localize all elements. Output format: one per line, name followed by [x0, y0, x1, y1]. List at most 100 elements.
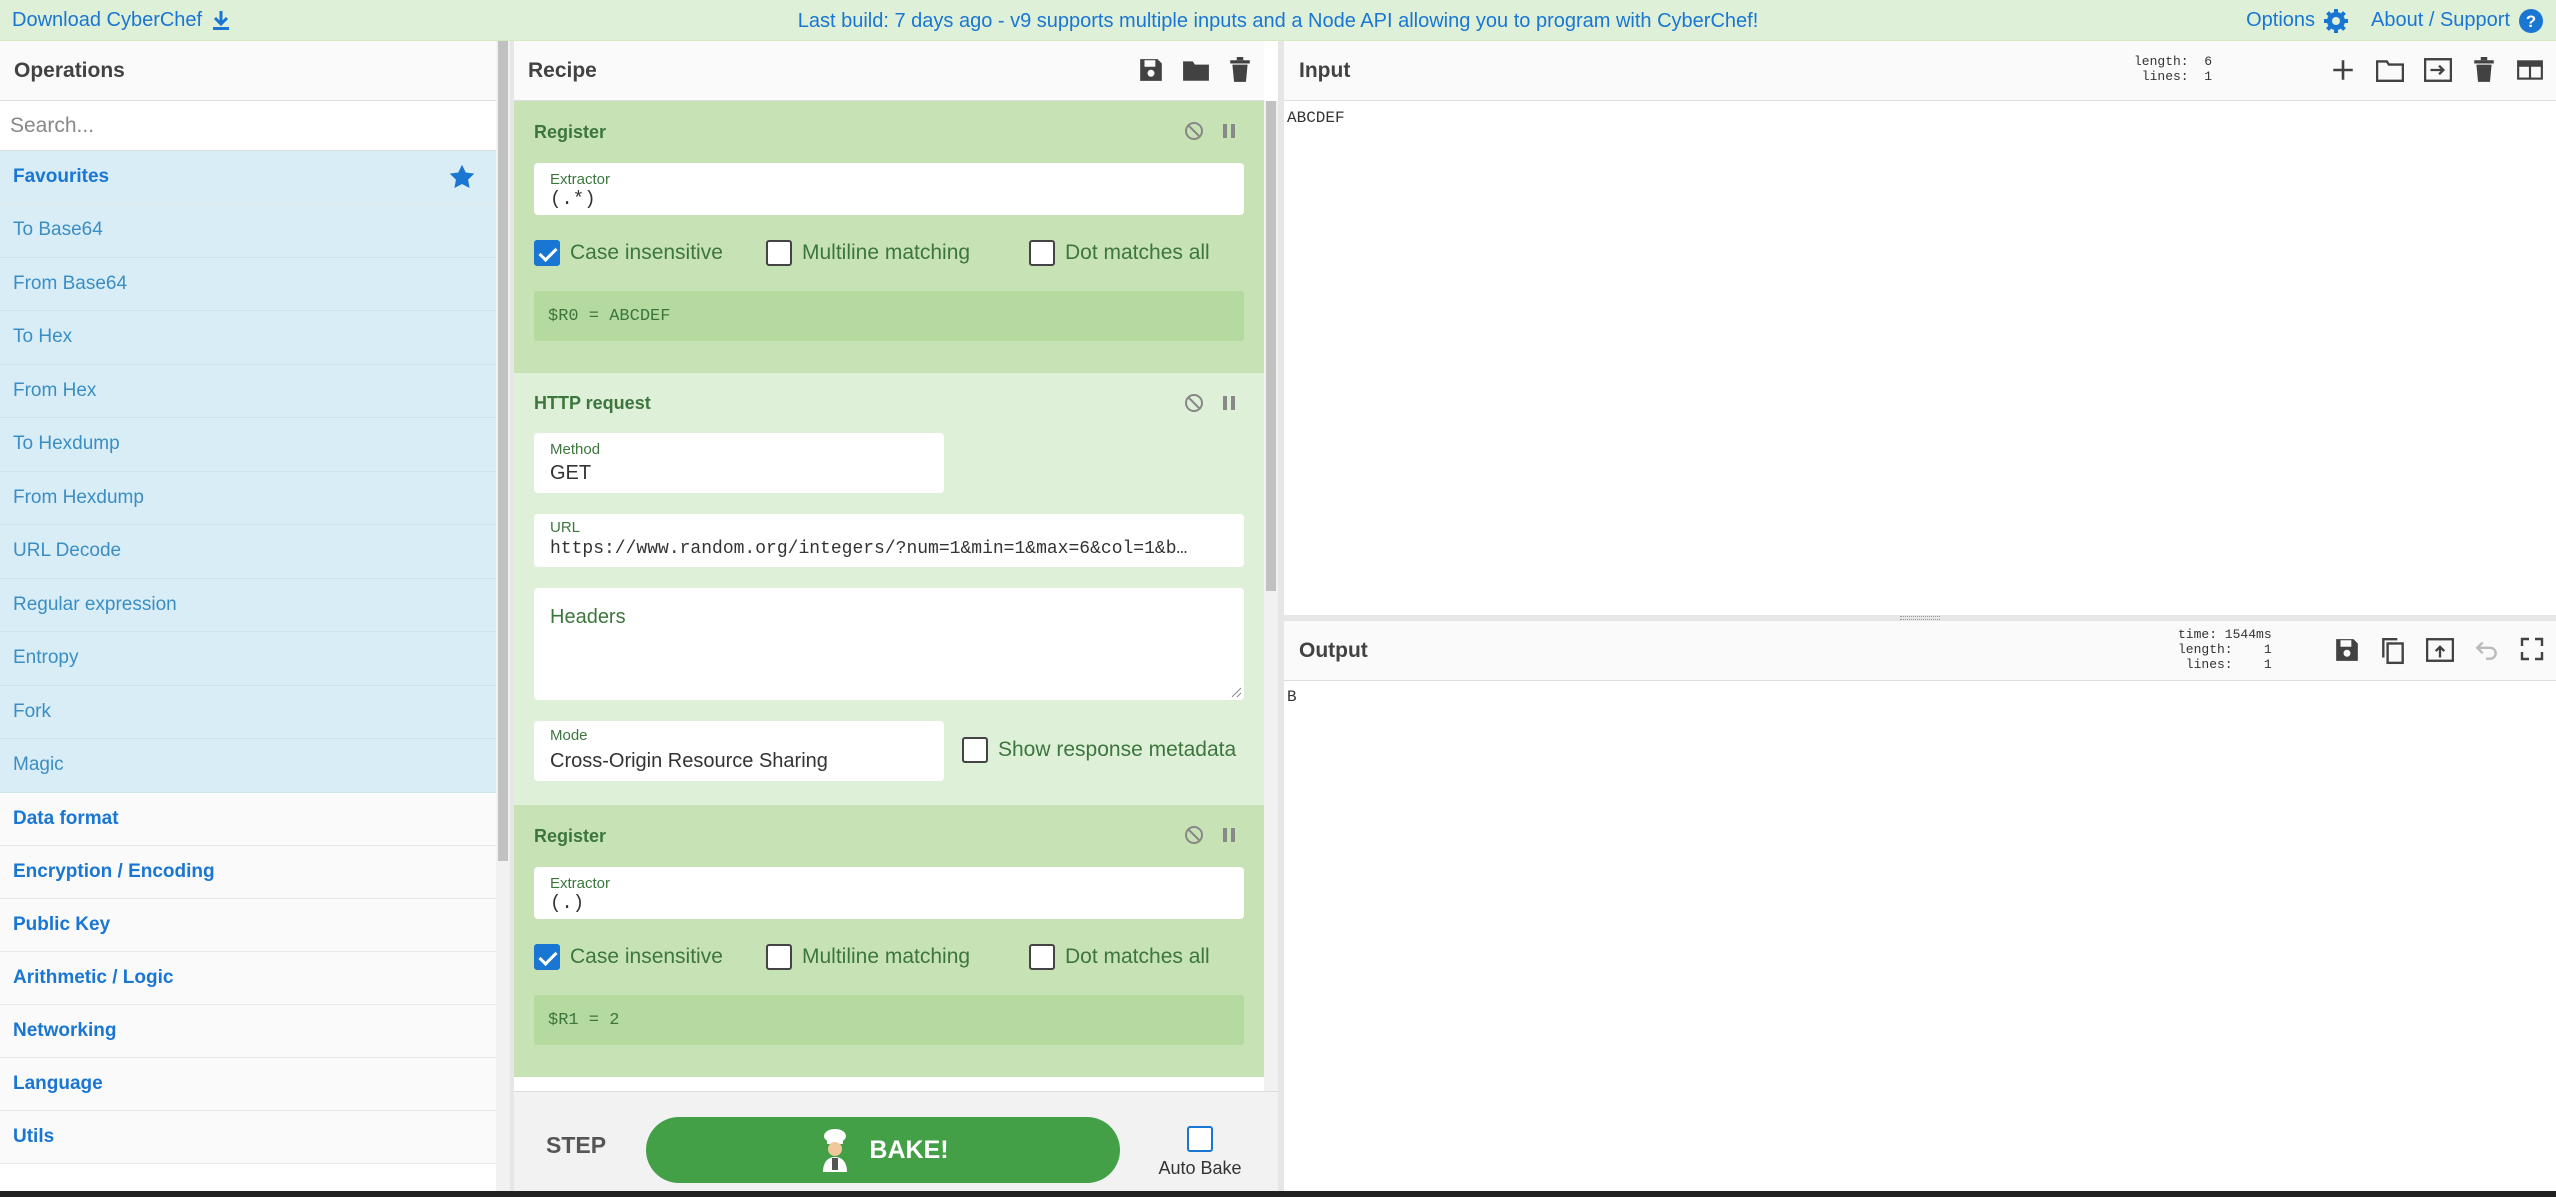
extractor-label: Extractor — [550, 875, 611, 892]
splitter-grip[interactable] — [1900, 616, 1940, 620]
output-panel: Output time: 1544ms length: 1 lines: 1 B — [1284, 621, 2556, 1191]
operation-item[interactable]: From Base64 — [0, 257, 496, 311]
extractor-label: Extractor — [550, 171, 611, 188]
step-button[interactable]: STEP — [546, 1132, 606, 1159]
undo-icon[interactable] — [2474, 637, 2500, 665]
folder-icon[interactable] — [1182, 57, 1210, 83]
category-list: Data format Encryption / Encoding Public K… — [0, 792, 496, 1164]
download-link[interactable]: Download CyberChef — [12, 0, 230, 41]
input-from-file-icon[interactable] — [2424, 57, 2452, 83]
checkbox-unchecked[interactable] — [766, 240, 792, 266]
case-insensitive-checkbox[interactable]: Case insensitive — [534, 944, 723, 970]
multiline-checkbox[interactable]: Multiline matching — [766, 944, 970, 970]
recipe-scrollbar[interactable] — [1264, 101, 1278, 1091]
category-item[interactable]: Language — [0, 1057, 496, 1111]
case-insensitive-checkbox[interactable]: Case insensitive — [534, 240, 723, 266]
build-message: Last build: 7 days ago - v9 supports mul… — [797, 10, 1759, 32]
operations-panel: Operations Search... Favourites To Base6… — [0, 41, 496, 1191]
show-metadata-checkbox[interactable]: Show response metadata — [962, 737, 1236, 763]
output-title: Output — [1299, 639, 1368, 662]
bake-button[interactable]: BAKE! — [646, 1117, 1120, 1183]
input-stats: length: 6 lines: 1 — [2134, 54, 2213, 84]
category-item[interactable]: Arithmetic / Logic — [0, 951, 496, 1005]
extractor-field[interactable]: Extractor (.) — [534, 867, 1244, 919]
search-input[interactable]: Search... — [0, 101, 496, 151]
checkbox-unchecked[interactable] — [1029, 944, 1055, 970]
checkbox-label: Multiline matching — [802, 241, 971, 264]
checkbox-unchecked[interactable] — [962, 737, 988, 763]
recipe-scroll-thumb[interactable] — [1266, 101, 1276, 591]
extractor-field[interactable]: Extractor (.*) — [534, 163, 1244, 215]
headers-placeholder: Headers — [550, 606, 626, 628]
operation-item[interactable]: Magic — [0, 739, 496, 793]
recipe-op-register-2[interactable]: Register Extractor (.) Case insensitive … — [514, 805, 1264, 1077]
pause-icon[interactable] — [1222, 123, 1236, 139]
multiline-checkbox[interactable]: Multiline matching — [766, 240, 970, 266]
checkbox-label: Multiline matching — [802, 945, 971, 968]
method-field[interactable]: Method GET — [534, 433, 944, 493]
operation-item[interactable]: Entropy — [0, 632, 496, 686]
auto-bake-checkbox[interactable]: Auto Bake — [1150, 1126, 1250, 1179]
operation-item[interactable]: URL Decode — [0, 525, 496, 579]
url-field[interactable]: URL https://www.random.org/integers/?num… — [534, 514, 1244, 567]
dotall-checkbox[interactable]: Dot matches all — [1029, 944, 1210, 970]
window-bottom-edge — [0, 1191, 2556, 1197]
operation-item[interactable]: To Base64 — [0, 204, 496, 258]
dotall-checkbox[interactable]: Dot matches all — [1029, 240, 1210, 266]
operation-item[interactable]: Regular expression — [0, 578, 496, 632]
pause-icon[interactable] — [1222, 827, 1236, 843]
pause-icon[interactable] — [1222, 395, 1236, 411]
save-output-icon[interactable] — [2334, 637, 2360, 665]
operation-item[interactable]: From Hex — [0, 364, 496, 418]
gear-icon — [2323, 8, 2349, 34]
disable-icon[interactable] — [1184, 121, 1204, 141]
category-item[interactable]: Public Key — [0, 898, 496, 952]
add-icon[interactable] — [2330, 57, 2356, 83]
star-icon[interactable] — [448, 163, 476, 191]
checkbox-unchecked[interactable] — [1187, 1126, 1213, 1152]
checkbox-unchecked[interactable] — [1029, 240, 1055, 266]
register-output: $R1 = 2 — [534, 995, 1244, 1045]
checkbox-unchecked[interactable] — [766, 944, 792, 970]
download-icon — [212, 10, 230, 31]
category-item[interactable]: Encryption / Encoding — [0, 845, 496, 899]
operation-item[interactable]: To Hexdump — [0, 418, 496, 472]
category-item[interactable]: Data format — [0, 792, 496, 846]
maximise-icon[interactable] — [2520, 637, 2544, 665]
recipe-op-http-request[interactable]: HTTP request Method GET URL https://www.… — [514, 373, 1264, 805]
category-item[interactable]: Utils — [0, 1110, 496, 1164]
operation-item[interactable]: From Hexdump — [0, 471, 496, 525]
copy-icon[interactable] — [2380, 637, 2406, 665]
clear-input-icon[interactable] — [2472, 57, 2496, 83]
headers-textarea[interactable]: Headers — [534, 588, 1244, 700]
about-support-button[interactable]: About / Support ? — [2371, 8, 2544, 34]
replace-input-icon[interactable] — [2426, 637, 2454, 665]
disable-icon[interactable] — [1184, 393, 1204, 413]
mode-field[interactable]: Mode Cross-Origin Resource Sharing — [534, 721, 944, 781]
operations-scrollbar[interactable] — [496, 41, 510, 1191]
operation-item[interactable]: To Hex — [0, 311, 496, 365]
recipe-op-register-1[interactable]: Register Extractor (.*) Case insensitive… — [514, 101, 1264, 373]
input-text[interactable]: ABCDEF — [1287, 109, 1345, 127]
checkbox-checked[interactable] — [534, 240, 560, 266]
download-label: Download CyberChef — [12, 9, 203, 31]
cyberchef-app: Download CyberChef Last build: 7 days ag… — [0, 0, 2556, 1197]
resize-handle-icon[interactable] — [1230, 686, 1242, 698]
method-label: Method — [550, 441, 601, 458]
extractor-value: (.) — [550, 892, 585, 914]
checkbox-checked[interactable] — [534, 944, 560, 970]
save-icon[interactable] — [1138, 57, 1164, 83]
category-item[interactable]: Networking — [0, 1004, 496, 1058]
category-favourites[interactable]: Favourites — [0, 151, 496, 204]
output-text: B — [1287, 688, 1297, 706]
io-panel: Input length: 6 lines: 1 ABCDEF Output t… — [1284, 41, 2556, 1191]
options-button[interactable]: Options — [2246, 8, 2349, 34]
open-folder-icon[interactable] — [2376, 57, 2404, 83]
trash-icon[interactable] — [1228, 57, 1252, 83]
disable-icon[interactable] — [1184, 825, 1204, 845]
auto-bake-label: Auto Bake — [1158, 1158, 1242, 1178]
operations-scroll-thumb[interactable] — [498, 41, 508, 861]
layout-icon[interactable] — [2516, 57, 2544, 83]
op-name: Register — [534, 825, 607, 846]
operation-item[interactable]: Fork — [0, 685, 496, 739]
